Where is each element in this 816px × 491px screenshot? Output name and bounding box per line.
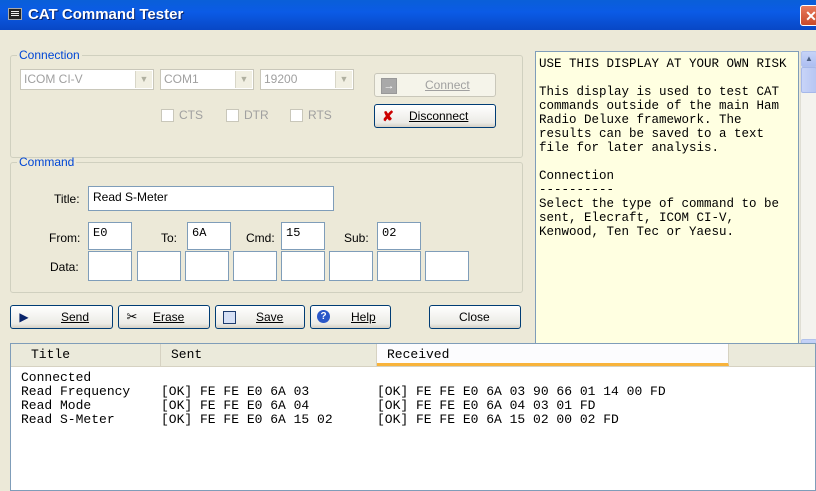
connect-button[interactable]: → Connect	[374, 73, 496, 97]
data-field-6[interactable]	[329, 251, 373, 281]
column-header-title[interactable]: Title	[21, 344, 161, 366]
from-field[interactable]: E0	[88, 222, 132, 250]
scroll-thumb[interactable]	[801, 67, 816, 93]
log-cell-received: [OK] FE FE E0 6A 15 02 00 02 FD	[377, 412, 619, 427]
disconnect-button[interactable]: ✘ Disconnect	[374, 104, 496, 128]
play-icon: ▶	[19, 310, 29, 324]
app-icon	[8, 8, 22, 20]
baud-select[interactable]: 19200 ▼	[260, 69, 354, 90]
from-label: From:	[49, 231, 81, 245]
connection-group: Connection	[10, 48, 523, 158]
help-text-pane[interactable]: USE THIS DISPLAY AT YOUR OWN RISK This d…	[535, 51, 799, 356]
data-field-3[interactable]	[185, 251, 229, 281]
question-circle-icon: ?	[317, 310, 330, 323]
chevron-down-icon: ▼	[135, 71, 152, 88]
log-cell-sent: [OK] FE FE E0 6A 03	[161, 384, 310, 399]
window-close-button[interactable]: ✕	[800, 5, 816, 26]
log-cell-received: [OK] FE FE E0 6A 04 03 01 FD	[377, 398, 596, 413]
column-header-received[interactable]: Received	[377, 344, 729, 366]
scroll-up-button[interactable]: ▲	[801, 51, 816, 67]
help-button[interactable]: ? Help	[310, 305, 391, 329]
log-cell-sent: [OK] FE FE E0 6A 04	[161, 398, 310, 413]
radio-type-select[interactable]: ICOM CI-V ▼	[20, 69, 154, 90]
log-row[interactable]: Read Frequency [OK] FE FE E0 6A 03 [OK] …	[11, 385, 666, 399]
chevron-down-icon: ▼	[235, 71, 252, 88]
arrow-right-icon: →	[381, 78, 397, 94]
log-row[interactable]: Read S-Meter [OK] FE FE E0 6A 15 02 [OK]…	[11, 413, 619, 427]
log-cell-received: [OK] FE FE E0 6A 03 90 66 01 14 00 FD	[377, 384, 666, 399]
cmd-label: Cmd:	[246, 231, 275, 245]
data-label: Data:	[50, 260, 79, 274]
to-field[interactable]: 6A	[187, 222, 231, 250]
data-field-8[interactable]	[425, 251, 469, 281]
log-cell-title: Read Mode	[21, 398, 92, 413]
floppy-disk-icon	[223, 311, 236, 324]
chevron-down-icon: ▼	[335, 71, 352, 88]
port-select[interactable]: COM1 ▼	[160, 69, 254, 90]
command-legend: Command	[19, 155, 75, 169]
dialog-client: Connection ICOM CI-V ▼ COM1 ▼ 19200 ▼ → …	[0, 30, 816, 491]
data-field-5[interactable]	[281, 251, 325, 281]
log-row[interactable]: Connected	[11, 371, 91, 385]
data-field-1[interactable]	[88, 251, 132, 281]
log-cell-title: Read Frequency	[21, 384, 131, 399]
title-field[interactable]: Read S-Meter	[88, 186, 334, 211]
save-button[interactable]: Save	[215, 305, 305, 329]
rts-checkbox[interactable]: RTS	[290, 108, 350, 124]
log-list[interactable]: Title Sent Received Connected Read Frequ…	[10, 343, 816, 491]
help-scrollbar[interactable]: ▲ ▼	[800, 51, 816, 356]
dtr-checkbox[interactable]: DTR	[226, 108, 286, 124]
log-header: Title Sent Received	[11, 344, 815, 367]
red-x-icon: ✘	[382, 108, 394, 124]
data-field-2[interactable]	[137, 251, 181, 281]
connection-legend: Connection	[19, 48, 80, 62]
erase-button[interactable]: ✂ Erase	[118, 305, 210, 329]
cmd-field[interactable]: 15	[281, 222, 325, 250]
send-button[interactable]: ▶ Send	[10, 305, 113, 329]
log-row[interactable]: Read Mode [OK] FE FE E0 6A 04 [OK] FE FE…	[11, 399, 595, 413]
close-button[interactable]: Close	[429, 305, 521, 329]
to-label: To:	[161, 231, 178, 245]
title-bar: CAT Command Tester ✕	[0, 0, 816, 30]
log-cell-sent: [OK] FE FE E0 6A 15 02	[161, 412, 333, 427]
cts-checkbox[interactable]: CTS	[161, 108, 221, 124]
data-field-4[interactable]	[233, 251, 277, 281]
scissors-icon: ✂	[126, 309, 138, 324]
sub-field[interactable]: 02	[377, 222, 421, 250]
window-title: CAT Command Tester	[28, 6, 184, 23]
column-header-sent[interactable]: Sent	[161, 344, 377, 366]
log-cell-title: Read S-Meter	[21, 412, 115, 427]
sub-label: Sub:	[344, 231, 369, 245]
title-label: Title:	[54, 192, 80, 206]
data-field-7[interactable]	[377, 251, 421, 281]
log-cell-title: Connected	[21, 370, 92, 385]
